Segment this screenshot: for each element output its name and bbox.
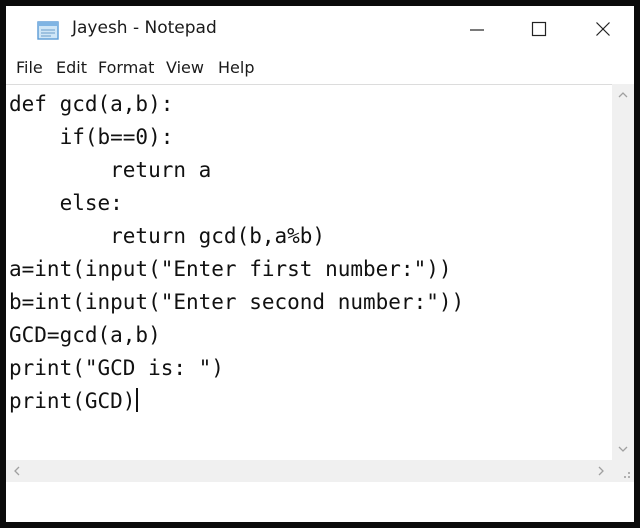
menu-help[interactable]: Help xyxy=(218,58,254,77)
code-line: print("GCD is: ") xyxy=(9,356,224,380)
menu-file[interactable]: File xyxy=(16,58,43,77)
scroll-down-button[interactable] xyxy=(612,438,634,460)
code-line: return a xyxy=(9,158,212,182)
chevron-up-icon xyxy=(618,92,628,98)
maximize-button[interactable] xyxy=(508,6,570,52)
scroll-right-button[interactable] xyxy=(590,460,612,482)
text-caret xyxy=(136,388,139,412)
notepad-icon xyxy=(37,21,59,40)
horizontal-scrollbar[interactable] xyxy=(6,460,612,482)
window-title: Jayesh - Notepad xyxy=(72,18,217,38)
notepad-window: Jayesh - Notepad File Edit Format View H… xyxy=(0,0,640,528)
scroll-left-button[interactable] xyxy=(6,460,28,482)
menu-format[interactable]: Format xyxy=(98,58,154,77)
code-line: if(b==0): xyxy=(9,125,174,149)
menu-edit[interactable]: Edit xyxy=(56,58,87,77)
chevron-down-icon xyxy=(618,446,628,452)
resize-grip-icon xyxy=(624,472,630,478)
title-bar[interactable]: Jayesh - Notepad xyxy=(6,6,634,52)
menu-bar: File Edit Format View Help xyxy=(6,52,634,84)
code-line: a=int(input("Enter first number:")) xyxy=(9,257,452,281)
close-icon xyxy=(596,22,610,36)
chevron-left-icon xyxy=(14,466,20,476)
minimize-icon xyxy=(470,29,484,31)
code-line: else: xyxy=(9,191,123,215)
scroll-up-button[interactable] xyxy=(612,84,634,106)
chevron-right-icon xyxy=(598,466,604,476)
code-line: print(GCD) xyxy=(9,389,136,413)
code-line: def gcd(a,b): xyxy=(9,92,174,116)
code-line: GCD=gcd(a,b) xyxy=(9,323,161,347)
minimize-button[interactable] xyxy=(446,6,508,52)
vertical-scrollbar[interactable] xyxy=(612,84,634,460)
resize-grip[interactable] xyxy=(612,460,634,482)
text-editor[interactable]: def gcd(a,b): if(b==0): return a else: r… xyxy=(6,84,612,461)
close-button[interactable] xyxy=(572,6,634,52)
editor-content: def gcd(a,b): if(b==0): return a else: r… xyxy=(6,85,612,418)
window-bottom-edge xyxy=(6,482,634,522)
code-line: b=int(input("Enter second number:")) xyxy=(9,290,465,314)
maximize-icon xyxy=(531,21,547,37)
code-line: return gcd(b,a%b) xyxy=(9,224,326,248)
menu-view[interactable]: View xyxy=(166,58,204,77)
